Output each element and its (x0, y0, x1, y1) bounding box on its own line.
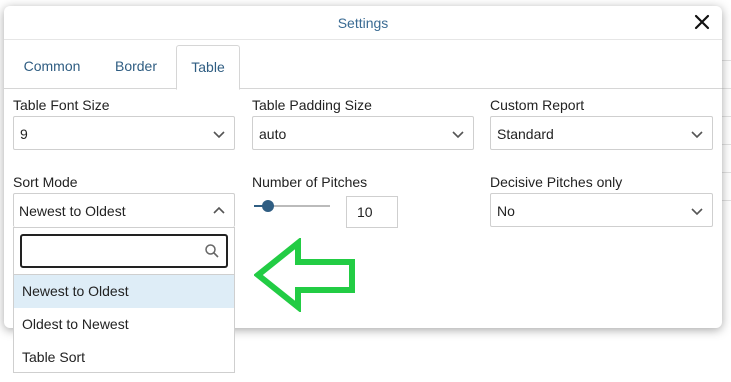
sort-mode-value: Newest to Oldest (19, 203, 126, 219)
custom-report-value: Standard (497, 126, 554, 142)
chevron-up-icon (212, 204, 226, 218)
decisive-pitches-only-value: No (497, 203, 515, 219)
tab-bar: Common Border Table (4, 45, 722, 90)
slider-handle[interactable] (262, 200, 274, 212)
table-font-size-value: 9 (20, 126, 28, 142)
close-button[interactable] (692, 12, 712, 32)
dropdown-search-box[interactable] (20, 234, 228, 268)
number-of-pitches-label: Number of Pitches (252, 174, 368, 190)
decisive-pitches-only-select[interactable]: No (490, 193, 713, 227)
close-icon (694, 14, 710, 30)
sort-mode-label: Sort Mode (13, 174, 78, 190)
dropdown-option[interactable]: Newest to Oldest (14, 275, 234, 308)
dropdown-option[interactable]: Table Sort (14, 341, 234, 374)
chevron-down-icon (451, 127, 465, 141)
chevron-down-icon (690, 127, 704, 141)
number-of-pitches-input[interactable]: 10 (346, 196, 398, 228)
arrow-left-icon (254, 238, 355, 312)
dropdown-search-input[interactable] (26, 239, 200, 265)
search-icon (204, 243, 220, 259)
sort-mode-dropdown: Newest to Oldest Oldest to Newest Table … (13, 227, 235, 373)
modal-header: Settings (4, 6, 722, 40)
table-padding-size-select[interactable]: auto (252, 116, 474, 150)
tab-common[interactable]: Common (14, 45, 90, 87)
chevron-down-icon (690, 204, 704, 218)
tab-border[interactable]: Border (100, 45, 172, 87)
decisive-pitches-only-label: Decisive Pitches only (490, 174, 623, 190)
sort-mode-select[interactable]: Newest to Oldest (13, 193, 235, 227)
modal-title: Settings (337, 15, 389, 31)
table-font-size-label: Table Font Size (13, 97, 110, 113)
table-padding-size-label: Table Padding Size (252, 97, 372, 113)
number-of-pitches-slider[interactable] (252, 199, 332, 213)
custom-report-select[interactable]: Standard (490, 116, 713, 150)
chevron-down-icon (212, 127, 226, 141)
table-padding-size-value: auto (259, 126, 287, 142)
tab-table[interactable]: Table (176, 45, 240, 90)
dropdown-option[interactable]: Oldest to Newest (14, 308, 234, 341)
custom-report-label: Custom Report (490, 97, 585, 113)
table-font-size-select[interactable]: 9 (13, 116, 235, 150)
